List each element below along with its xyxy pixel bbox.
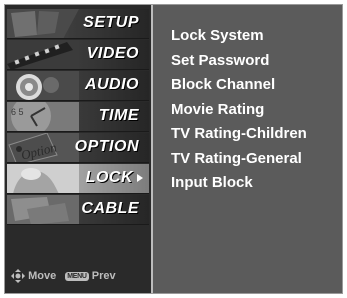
chevron-right-icon xyxy=(137,174,143,182)
clock-digits: 6 5 xyxy=(11,107,24,117)
menu-item-video[interactable]: VIDEO xyxy=(7,40,149,70)
menu-item-audio[interactable]: AUDIO xyxy=(7,71,149,101)
prev-label: Prev xyxy=(91,270,116,282)
menu-label-video: VIDEO xyxy=(86,45,139,62)
menu-item-cable[interactable]: CABLE xyxy=(7,195,149,225)
menu-key-icon: MENU xyxy=(65,271,89,281)
lock-submenu: Lock System Set Password Block Channel M… xyxy=(171,27,307,199)
video-film-thumbnail-icon xyxy=(7,40,79,69)
setup-thumbnail-icon xyxy=(7,9,79,38)
submenu-item-input-block[interactable]: Input Block xyxy=(171,174,307,199)
menu-label-audio: AUDIO xyxy=(84,76,139,93)
menu-item-option[interactable]: Option OPTION xyxy=(7,133,149,163)
audio-speaker-thumbnail-icon xyxy=(7,71,79,100)
menu-label-option: OPTION xyxy=(74,138,139,155)
move-arrows-icon xyxy=(11,269,25,283)
submenu-item-tv-rating-children[interactable]: TV Rating-Children xyxy=(171,125,307,150)
menu-item-time[interactable]: 6 5 TIME xyxy=(7,102,149,132)
menu-label-cable: CABLE xyxy=(81,200,139,217)
menu-label-time: TIME xyxy=(98,107,139,124)
submenu-item-tv-rating-general[interactable]: TV Rating-General xyxy=(171,150,307,175)
tv-osd-menu: SETUP VIDEO AUDIO 6 5 TIME Option OPTION… xyxy=(4,4,343,294)
navigation-legend: Move MENU Prev xyxy=(11,269,116,285)
menu-item-setup[interactable]: SETUP xyxy=(7,9,149,39)
submenu-item-block-channel[interactable]: Block Channel xyxy=(171,76,307,101)
menu-label-setup: SETUP xyxy=(83,14,139,31)
menu-item-lock[interactable]: LOCK xyxy=(7,164,149,194)
submenu-item-set-password[interactable]: Set Password xyxy=(171,52,307,77)
main-menu-sidebar: SETUP VIDEO AUDIO 6 5 TIME Option OPTION… xyxy=(5,5,153,293)
cable-thumbnail-icon xyxy=(7,195,79,224)
move-label: Move xyxy=(28,270,57,282)
submenu-item-movie-rating[interactable]: Movie Rating xyxy=(171,101,307,126)
menu-label-lock: LOCK xyxy=(85,169,133,186)
lock-thumbnail-icon xyxy=(7,164,79,193)
option-tag-thumbnail-icon: Option xyxy=(7,133,79,162)
time-clock-thumbnail-icon: 6 5 xyxy=(7,102,79,131)
submenu-item-lock-system[interactable]: Lock System xyxy=(171,27,307,52)
